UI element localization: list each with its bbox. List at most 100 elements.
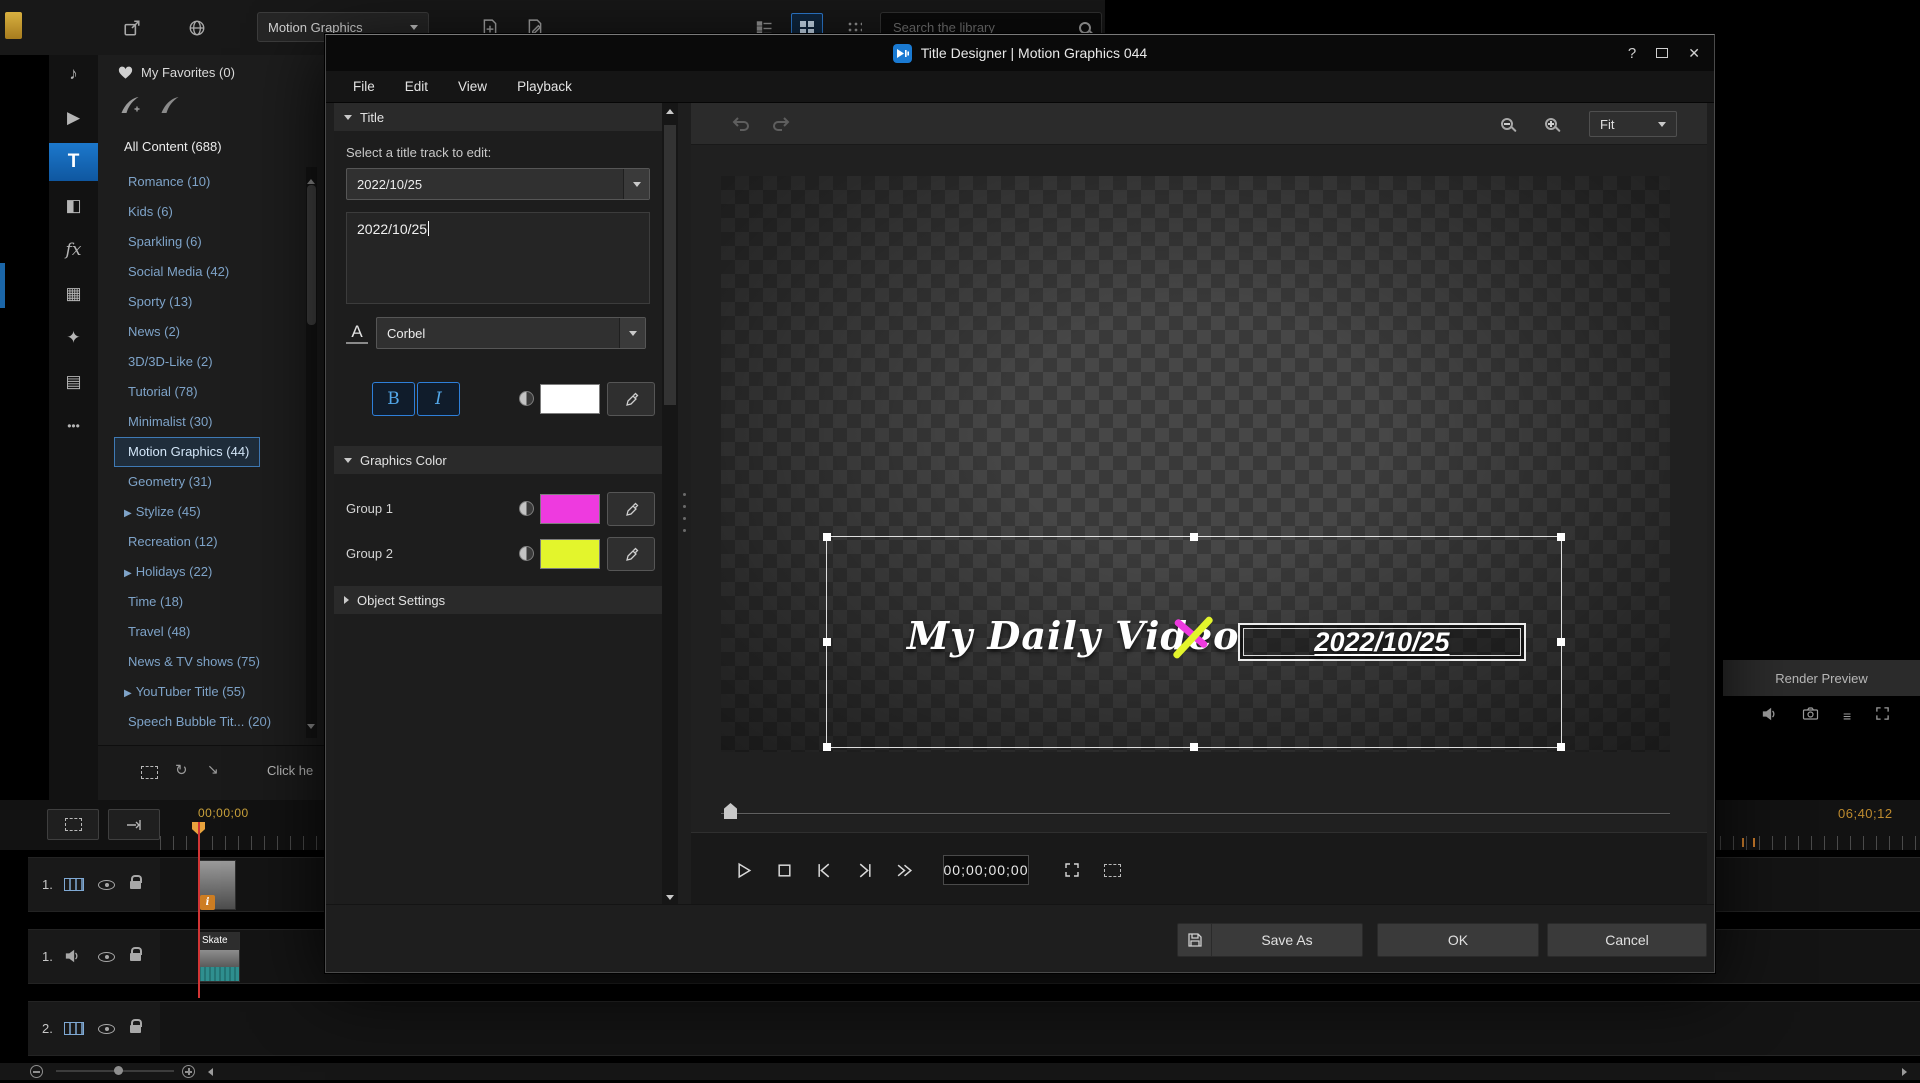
preview-timecode[interactable]: 00;00;00;00 — [943, 855, 1029, 885]
canvas-x-graphic[interactable] — [1168, 613, 1218, 663]
sidebar-chapter-room-icon[interactable]: ▤ — [49, 363, 98, 401]
library-category[interactable]: 3D/3D-Like (2) — [114, 347, 260, 377]
resize-handle[interactable] — [1557, 743, 1565, 751]
graphics-color-section-header[interactable]: Graphics Color — [334, 446, 662, 474]
library-category[interactable]: Social Media (42) — [114, 257, 260, 287]
library-category[interactable]: Tutorial (78) — [114, 377, 260, 407]
safe-zone-button[interactable] — [1099, 859, 1125, 881]
apply-icon[interactable]: ↘ — [207, 761, 219, 778]
save-as-button[interactable]: Save As — [1177, 923, 1363, 957]
text-color-swatch[interactable] — [540, 384, 600, 414]
all-content-label[interactable]: All Content (688) — [124, 139, 222, 154]
maximize-button[interactable] — [1656, 48, 1668, 58]
import-media-icon[interactable] — [118, 14, 146, 42]
track-lock-icon[interactable] — [130, 881, 141, 889]
loop-icon[interactable]: ↻ — [175, 761, 188, 779]
resize-handle[interactable] — [1190, 533, 1198, 541]
object-settings-section-header[interactable]: Object Settings — [334, 586, 662, 614]
menu-view[interactable]: View — [443, 79, 502, 94]
track-lock-icon[interactable] — [130, 1025, 141, 1033]
scroll-up-icon[interactable] — [666, 109, 674, 114]
playhead-line[interactable] — [198, 822, 200, 998]
library-scrollbar[interactable] — [306, 167, 317, 738]
library-category[interactable]: Speech Bubble Tit... (20) — [114, 707, 260, 737]
sidebar-media-room-icon[interactable]: ♪ — [49, 55, 98, 93]
sidebar-transition-room-icon[interactable]: ◧ — [49, 187, 98, 225]
properties-scrollbar[interactable] — [662, 103, 678, 906]
library-category[interactable]: ▶YouTuber Title (55) — [114, 677, 260, 707]
group2-color-swatch[interactable] — [540, 539, 600, 569]
library-category[interactable]: Motion Graphics (44) — [114, 437, 260, 467]
italic-button[interactable]: I — [417, 382, 460, 416]
favorites-label[interactable]: My Favorites (0) — [141, 65, 235, 80]
bold-button[interactable]: B — [372, 382, 415, 416]
library-category[interactable]: News (2) — [114, 317, 260, 347]
resize-handle[interactable] — [823, 533, 831, 541]
video-track-icon[interactable] — [64, 1022, 84, 1035]
audio-video-clip[interactable]: Skate — [198, 932, 240, 982]
resize-handle[interactable] — [1190, 743, 1198, 751]
undo-icon[interactable] — [727, 111, 755, 137]
fast-forward-button[interactable] — [891, 859, 917, 881]
library-category[interactable]: Romance (10) — [114, 167, 260, 197]
track-visibility-icon[interactable] — [98, 952, 115, 962]
close-button[interactable]: ✕ — [1688, 45, 1700, 62]
text-color-picker-button[interactable] — [607, 382, 655, 416]
library-category[interactable]: Sporty (13) — [114, 287, 260, 317]
select-range-icon[interactable] — [141, 766, 158, 784]
opacity-icon[interactable] — [519, 546, 534, 561]
menu-file[interactable]: File — [338, 79, 390, 94]
library-category[interactable]: ▶Stylize (45) — [114, 497, 260, 527]
play-button[interactable] — [731, 859, 757, 881]
timeline-marquee-button[interactable] — [47, 809, 99, 840]
resize-handle[interactable] — [1557, 638, 1565, 646]
canvas-date-text[interactable]: 2022/10/25 — [1240, 625, 1524, 659]
library-category[interactable]: Time (18) — [114, 587, 260, 617]
group2-color-picker-button[interactable] — [607, 537, 655, 571]
group1-color-picker-button[interactable] — [607, 492, 655, 526]
sidebar-video-room-icon[interactable]: ▶ — [49, 99, 98, 137]
scroll-down-icon[interactable] — [307, 716, 315, 734]
sidebar-title-room-icon[interactable]: T — [49, 143, 98, 181]
previous-frame-button[interactable] — [811, 859, 837, 881]
scrollbar-thumb[interactable] — [664, 125, 676, 405]
redo-icon[interactable] — [767, 111, 795, 137]
sidebar-particle-room-icon[interactable]: ✦ — [49, 319, 98, 357]
zoom-out-timeline-icon[interactable] — [30, 1065, 43, 1083]
opacity-icon[interactable] — [519, 391, 534, 406]
library-category[interactable]: Sparkling (6) — [114, 227, 260, 257]
scrubber-handle[interactable] — [724, 803, 737, 819]
scrubber-track[interactable] — [721, 813, 1670, 815]
fullscreen-button[interactable] — [1059, 859, 1085, 881]
preview-quality-icon[interactable]: ≡ — [1843, 708, 1851, 724]
scroll-down-icon[interactable] — [666, 895, 674, 900]
track-lock-icon[interactable] — [130, 953, 141, 961]
opacity-icon[interactable] — [519, 501, 534, 516]
clip-info-badge[interactable]: i — [200, 895, 215, 910]
library-category[interactable]: Recreation (12) — [114, 527, 260, 557]
library-category[interactable]: Travel (48) — [114, 617, 260, 647]
scroll-right-icon[interactable] — [1902, 1068, 1907, 1076]
ok-button[interactable]: OK — [1377, 923, 1539, 957]
title-section-header[interactable]: Title — [334, 103, 662, 131]
volume-icon[interactable] — [1761, 706, 1778, 727]
dialog-titlebar[interactable]: Title Designer | Motion Graphics 044 ? ✕ — [326, 35, 1714, 71]
library-category[interactable]: Kids (6) — [114, 197, 260, 227]
create-title-quill-icon[interactable] — [118, 95, 142, 115]
title-text-input[interactable]: 2022/10/25 — [346, 212, 650, 304]
timeline-zoom-slider[interactable] — [56, 1070, 174, 1072]
zoom-in-icon[interactable] — [1537, 111, 1565, 137]
help-button[interactable]: ? — [1628, 45, 1636, 62]
preview-scrubber[interactable] — [691, 796, 1707, 832]
scroll-left-icon[interactable] — [208, 1068, 213, 1076]
group1-color-swatch[interactable] — [540, 494, 600, 524]
panel-splitter[interactable] — [682, 493, 687, 549]
render-preview-button[interactable]: Render Preview — [1723, 660, 1920, 696]
resize-handle[interactable] — [823, 743, 831, 751]
snapshot-icon[interactable] — [1802, 706, 1819, 727]
canvas-date-textbox[interactable]: 2022/10/25 — [1238, 623, 1526, 661]
zoom-in-timeline-icon[interactable] — [182, 1065, 195, 1083]
font-family-dropdown[interactable]: Corbel — [376, 317, 646, 349]
scrollbar-thumb[interactable] — [307, 185, 316, 325]
undock-preview-icon[interactable] — [1875, 706, 1890, 726]
